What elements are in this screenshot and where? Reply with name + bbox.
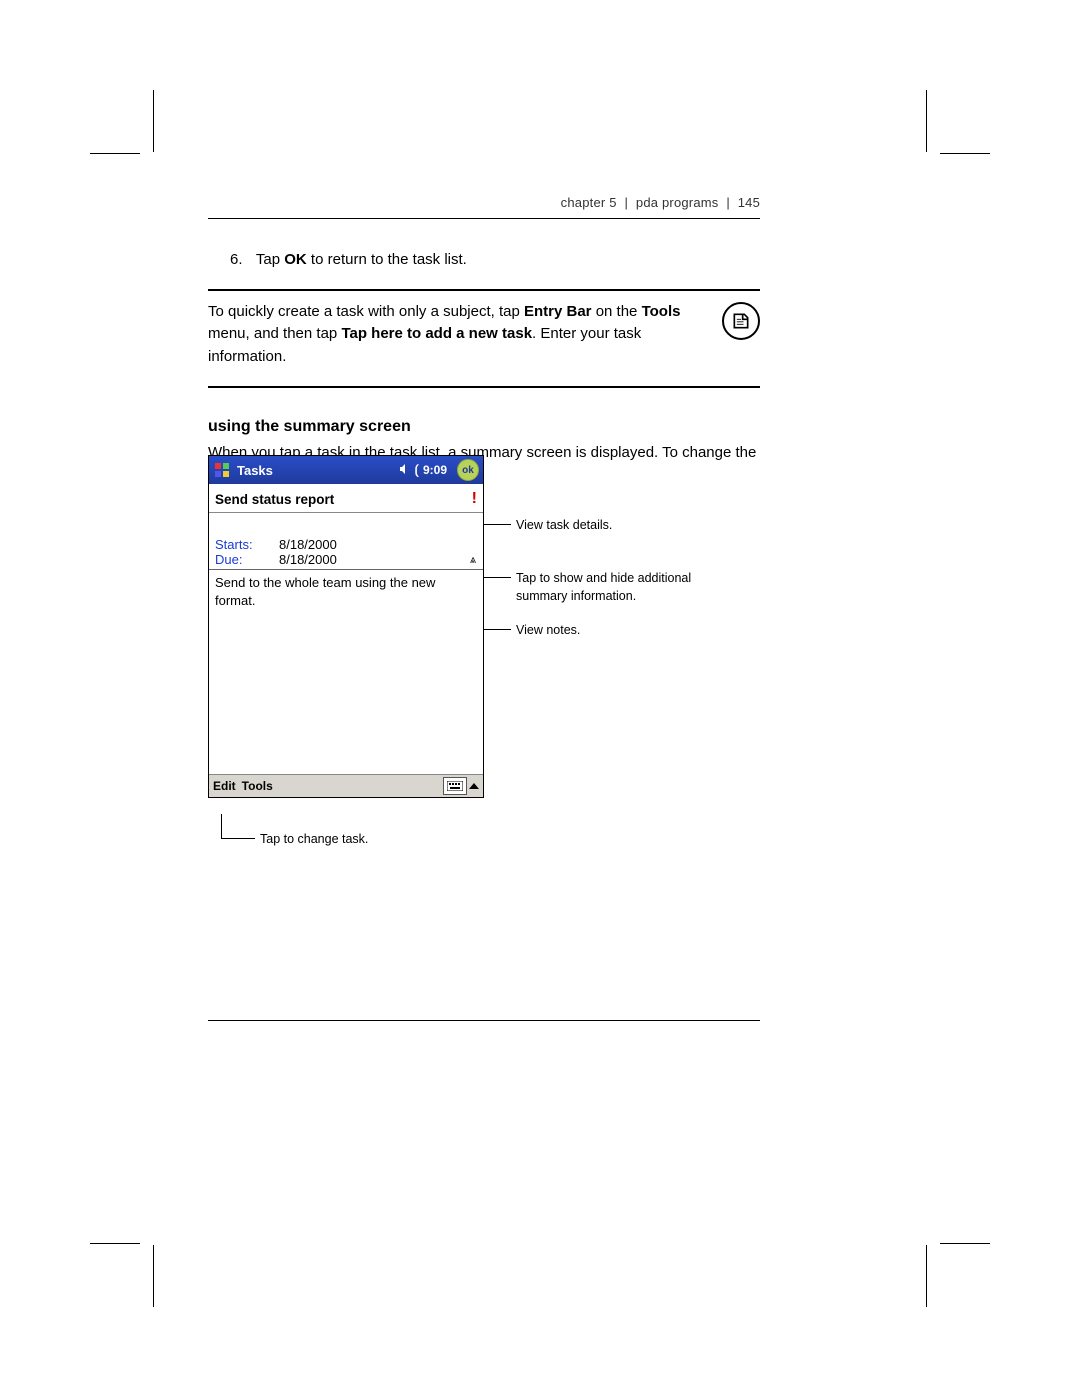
callout-edit: Tap to change task. — [260, 831, 368, 849]
app-title: Tasks — [237, 463, 393, 478]
section-title: using the summary screen — [208, 418, 760, 436]
lead-line — [221, 814, 222, 838]
pda-screenshot: Tasks ⟮ 9:09 ok Send status report ! Sta… — [208, 455, 484, 798]
starts-value: 8/18/2000 — [279, 537, 337, 552]
task-title: Send status report — [215, 492, 334, 507]
page-number: 145 — [738, 195, 760, 210]
tip-text: To quickly create a task with only a sub… — [208, 301, 712, 369]
expander-icon[interactable]: ⩓ — [467, 555, 479, 567]
separator: | — [625, 195, 629, 210]
section-label: pda programs — [636, 195, 719, 210]
start-icon[interactable] — [213, 461, 231, 479]
note-icon — [722, 302, 760, 340]
step-number: 6. — [230, 249, 252, 271]
notes-area[interactable]: Send to the whole team using the new for… — [209, 570, 483, 774]
keyboard-icon[interactable] — [443, 777, 467, 795]
tip-box: To quickly create a task with only a sub… — [208, 301, 760, 369]
step-text-a: Tap — [256, 251, 284, 268]
menubar: Edit Tools — [209, 774, 483, 797]
tray: ⟮ 9:09 — [399, 462, 447, 478]
ok-button[interactable]: ok — [457, 459, 479, 481]
sip-up-icon[interactable] — [469, 783, 479, 789]
speaker-icon[interactable] — [399, 463, 411, 478]
lead-line — [483, 629, 511, 630]
titlebar: Tasks ⟮ 9:09 ok — [209, 456, 483, 484]
divider-top — [208, 289, 760, 291]
divider-bottom — [208, 386, 760, 388]
callout-details: View task details. — [516, 517, 612, 535]
starts-label: Starts: — [215, 537, 269, 552]
callout-notes: View notes. — [516, 622, 580, 640]
lead-line — [483, 577, 511, 578]
priority-icon: ! — [472, 490, 477, 508]
due-value: 8/18/2000 — [279, 552, 337, 567]
tools-menu[interactable]: Tools — [242, 779, 273, 793]
callout-expander: Tap to show and hide additional summary … — [516, 570, 716, 605]
footer-rule — [208, 1020, 760, 1021]
step-6: 6. Tap OK to return to the task list. — [230, 249, 760, 271]
lead-line — [221, 838, 255, 839]
step-text-b: to return to the task list. — [307, 251, 467, 268]
signal-icon: ⟮ — [415, 462, 419, 478]
running-head: chapter 5 | pda programs | 145 — [208, 195, 760, 219]
edit-menu[interactable]: Edit — [213, 779, 236, 793]
step-text-bold: OK — [284, 251, 307, 268]
chapter-label: chapter 5 — [561, 195, 617, 210]
task-details: Starts: 8/18/2000 Due: 8/18/2000 ⩓ — [209, 513, 483, 570]
task-title-row[interactable]: Send status report ! — [209, 484, 483, 513]
separator: | — [726, 195, 730, 210]
lead-line — [483, 524, 511, 525]
clock: 9:09 — [423, 463, 447, 477]
due-label: Due: — [215, 552, 269, 567]
